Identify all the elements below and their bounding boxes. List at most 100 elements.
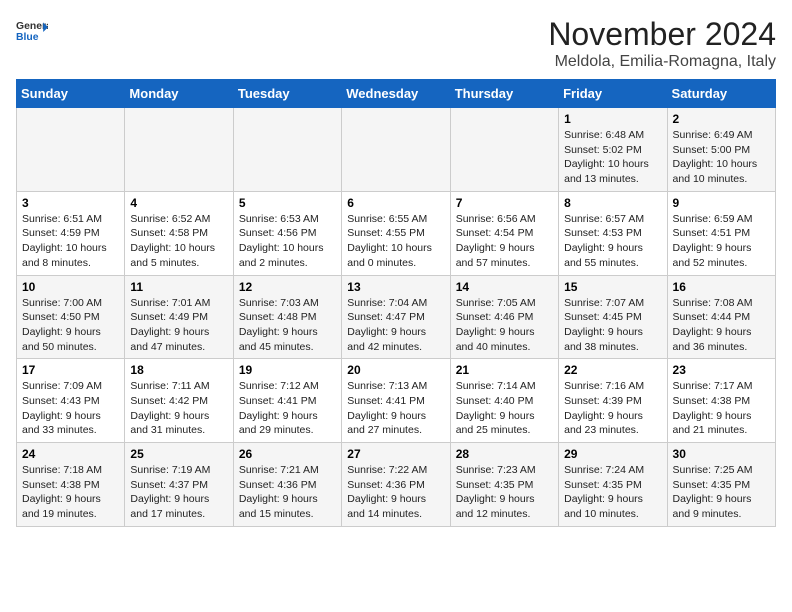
- day-info: Sunrise: 6:53 AM Sunset: 4:56 PM Dayligh…: [239, 212, 336, 271]
- day-info: Sunrise: 7:22 AM Sunset: 4:36 PM Dayligh…: [347, 463, 444, 522]
- day-info: Sunrise: 7:08 AM Sunset: 4:44 PM Dayligh…: [673, 296, 770, 355]
- logo: General Blue: [16, 16, 48, 48]
- day-number: 11: [130, 280, 227, 294]
- day-info: Sunrise: 7:03 AM Sunset: 4:48 PM Dayligh…: [239, 296, 336, 355]
- logo-icon: General Blue: [16, 16, 48, 48]
- day-cell: 29 Sunrise: 7:24 AM Sunset: 4:35 PM Dayli…: [559, 443, 667, 527]
- day-cell: [125, 108, 233, 192]
- week-row-5: 24 Sunrise: 7:18 AM Sunset: 4:38 PM Dayli…: [17, 443, 776, 527]
- weekday-friday: Friday: [559, 80, 667, 108]
- day-cell: 16 Sunrise: 7:08 AM Sunset: 4:44 PM Dayli…: [667, 275, 775, 359]
- day-number: 15: [564, 280, 661, 294]
- day-info: Sunrise: 6:52 AM Sunset: 4:58 PM Dayligh…: [130, 212, 227, 271]
- day-info: Sunrise: 7:12 AM Sunset: 4:41 PM Dayligh…: [239, 379, 336, 438]
- day-info: Sunrise: 7:23 AM Sunset: 4:35 PM Dayligh…: [456, 463, 553, 522]
- day-info: Sunrise: 7:05 AM Sunset: 4:46 PM Dayligh…: [456, 296, 553, 355]
- day-info: Sunrise: 7:24 AM Sunset: 4:35 PM Dayligh…: [564, 463, 661, 522]
- day-number: 1: [564, 112, 661, 126]
- day-cell: [233, 108, 341, 192]
- day-cell: 14 Sunrise: 7:05 AM Sunset: 4:46 PM Dayli…: [450, 275, 558, 359]
- day-number: 22: [564, 363, 661, 377]
- day-cell: 10Sunrise: 7:00 AM Sunset: 4:50 PM Dayli…: [17, 275, 125, 359]
- day-cell: 23 Sunrise: 7:17 AM Sunset: 4:38 PM Dayli…: [667, 359, 775, 443]
- day-cell: 13 Sunrise: 7:04 AM Sunset: 4:47 PM Dayli…: [342, 275, 450, 359]
- day-info: Sunrise: 7:04 AM Sunset: 4:47 PM Dayligh…: [347, 296, 444, 355]
- day-info: Sunrise: 7:18 AM Sunset: 4:38 PM Dayligh…: [22, 463, 119, 522]
- day-info: Sunrise: 7:00 AM Sunset: 4:50 PM Dayligh…: [22, 296, 119, 355]
- day-number: 4: [130, 196, 227, 210]
- day-cell: 19 Sunrise: 7:12 AM Sunset: 4:41 PM Dayli…: [233, 359, 341, 443]
- day-info: Sunrise: 6:55 AM Sunset: 4:55 PM Dayligh…: [347, 212, 444, 271]
- day-cell: 1 Sunrise: 6:48 AM Sunset: 5:02 PM Daylig…: [559, 108, 667, 192]
- day-info: Sunrise: 6:48 AM Sunset: 5:02 PM Dayligh…: [564, 128, 661, 187]
- day-cell: 18 Sunrise: 7:11 AM Sunset: 4:42 PM Dayli…: [125, 359, 233, 443]
- week-row-3: 10Sunrise: 7:00 AM Sunset: 4:50 PM Dayli…: [17, 275, 776, 359]
- month-title: November 2024: [548, 16, 776, 53]
- weekday-sunday: Sunday: [17, 80, 125, 108]
- day-cell: 22Sunrise: 7:16 AM Sunset: 4:39 PM Dayli…: [559, 359, 667, 443]
- weekday-wednesday: Wednesday: [342, 80, 450, 108]
- day-info: Sunrise: 7:17 AM Sunset: 4:38 PM Dayligh…: [673, 379, 770, 438]
- day-number: 20: [347, 363, 444, 377]
- day-cell: 8Sunrise: 6:57 AM Sunset: 4:53 PM Daylig…: [559, 191, 667, 275]
- day-number: 26: [239, 447, 336, 461]
- day-number: 17: [22, 363, 119, 377]
- day-number: 28: [456, 447, 553, 461]
- day-info: Sunrise: 6:49 AM Sunset: 5:00 PM Dayligh…: [673, 128, 770, 187]
- day-info: Sunrise: 7:14 AM Sunset: 4:40 PM Dayligh…: [456, 379, 553, 438]
- day-cell: 15 Sunrise: 7:07 AM Sunset: 4:45 PM Dayli…: [559, 275, 667, 359]
- day-info: Sunrise: 7:09 AM Sunset: 4:43 PM Dayligh…: [22, 379, 119, 438]
- day-number: 27: [347, 447, 444, 461]
- location-title: Meldola, Emilia-Romagna, Italy: [548, 53, 776, 71]
- day-info: Sunrise: 7:07 AM Sunset: 4:45 PM Dayligh…: [564, 296, 661, 355]
- day-cell: 5 Sunrise: 6:53 AM Sunset: 4:56 PM Daylig…: [233, 191, 341, 275]
- week-row-2: 3 Sunrise: 6:51 AM Sunset: 4:59 PM Daylig…: [17, 191, 776, 275]
- day-number: 16: [673, 280, 770, 294]
- day-cell: 7 Sunrise: 6:56 AM Sunset: 4:54 PM Daylig…: [450, 191, 558, 275]
- day-info: Sunrise: 7:25 AM Sunset: 4:35 PM Dayligh…: [673, 463, 770, 522]
- day-number: 24: [22, 447, 119, 461]
- day-number: 18: [130, 363, 227, 377]
- day-cell: 20Sunrise: 7:13 AM Sunset: 4:41 PM Dayli…: [342, 359, 450, 443]
- day-cell: 17 Sunrise: 7:09 AM Sunset: 4:43 PM Dayli…: [17, 359, 125, 443]
- weekday-monday: Monday: [125, 80, 233, 108]
- day-number: 29: [564, 447, 661, 461]
- day-number: 7: [456, 196, 553, 210]
- day-number: 23: [673, 363, 770, 377]
- day-number: 5: [239, 196, 336, 210]
- day-number: 13: [347, 280, 444, 294]
- day-info: Sunrise: 7:19 AM Sunset: 4:37 PM Dayligh…: [130, 463, 227, 522]
- weekday-tuesday: Tuesday: [233, 80, 341, 108]
- day-info: Sunrise: 7:21 AM Sunset: 4:36 PM Dayligh…: [239, 463, 336, 522]
- day-number: 25: [130, 447, 227, 461]
- day-cell: 11 Sunrise: 7:01 AM Sunset: 4:49 PM Dayli…: [125, 275, 233, 359]
- day-info: Sunrise: 7:11 AM Sunset: 4:42 PM Dayligh…: [130, 379, 227, 438]
- calendar-table: SundayMondayTuesdayWednesdayThursdayFrid…: [16, 79, 776, 527]
- title-area: November 2024 Meldola, Emilia-Romagna, I…: [548, 16, 776, 71]
- day-cell: 30 Sunrise: 7:25 AM Sunset: 4:35 PM Dayli…: [667, 443, 775, 527]
- day-info: Sunrise: 6:56 AM Sunset: 4:54 PM Dayligh…: [456, 212, 553, 271]
- day-number: 19: [239, 363, 336, 377]
- day-cell: 24 Sunrise: 7:18 AM Sunset: 4:38 PM Dayli…: [17, 443, 125, 527]
- day-cell: [450, 108, 558, 192]
- day-number: 12: [239, 280, 336, 294]
- day-number: 2: [673, 112, 770, 126]
- day-cell: 2 Sunrise: 6:49 AM Sunset: 5:00 PM Daylig…: [667, 108, 775, 192]
- day-cell: 6 Sunrise: 6:55 AM Sunset: 4:55 PM Daylig…: [342, 191, 450, 275]
- day-number: 6: [347, 196, 444, 210]
- week-row-1: 1 Sunrise: 6:48 AM Sunset: 5:02 PM Daylig…: [17, 108, 776, 192]
- day-number: 3: [22, 196, 119, 210]
- svg-text:Blue: Blue: [16, 32, 39, 43]
- day-info: Sunrise: 7:01 AM Sunset: 4:49 PM Dayligh…: [130, 296, 227, 355]
- day-info: Sunrise: 6:51 AM Sunset: 4:59 PM Dayligh…: [22, 212, 119, 271]
- day-cell: 21 Sunrise: 7:14 AM Sunset: 4:40 PM Dayli…: [450, 359, 558, 443]
- day-cell: [342, 108, 450, 192]
- weekday-header-row: SundayMondayTuesdayWednesdayThursdayFrid…: [17, 80, 776, 108]
- day-number: 30: [673, 447, 770, 461]
- weekday-saturday: Saturday: [667, 80, 775, 108]
- day-cell: 9Sunrise: 6:59 AM Sunset: 4:51 PM Daylig…: [667, 191, 775, 275]
- day-number: 21: [456, 363, 553, 377]
- day-cell: 27 Sunrise: 7:22 AM Sunset: 4:36 PM Dayli…: [342, 443, 450, 527]
- day-number: 14: [456, 280, 553, 294]
- day-cell: 26 Sunrise: 7:21 AM Sunset: 4:36 PM Dayli…: [233, 443, 341, 527]
